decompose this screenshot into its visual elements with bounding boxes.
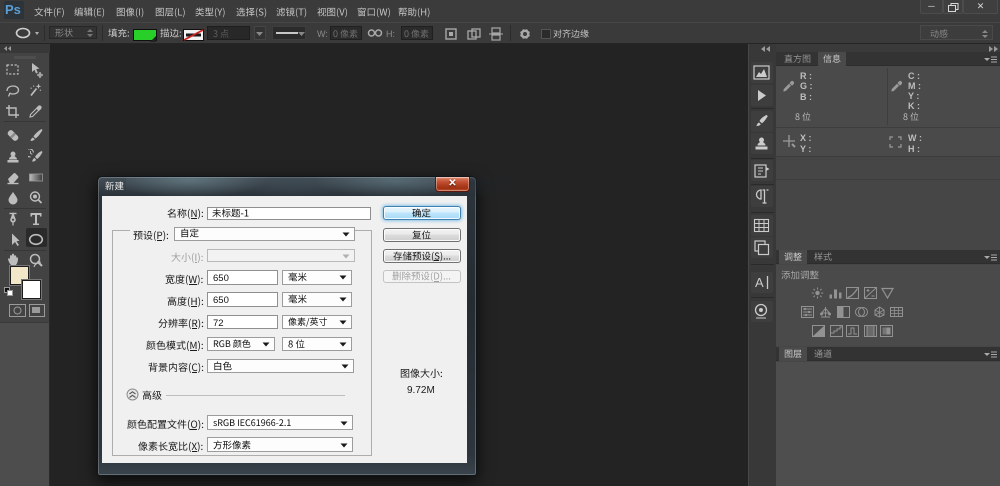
svg-text:A: A bbox=[755, 275, 764, 290]
